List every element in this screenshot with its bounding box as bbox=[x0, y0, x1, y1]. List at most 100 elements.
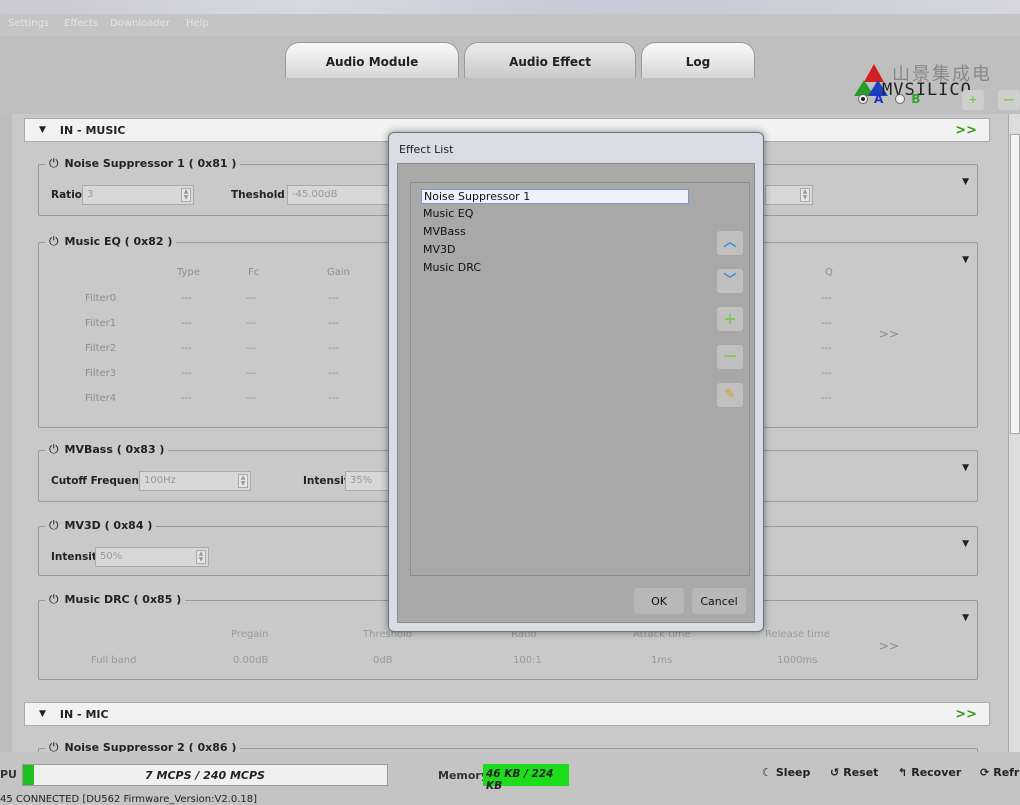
intensity-input[interactable]: 50% ▲ ▼ bbox=[95, 547, 209, 567]
menu-downloader[interactable]: Downloader bbox=[110, 18, 170, 29]
cell: --- bbox=[328, 343, 339, 354]
filter-label: Filter3 bbox=[85, 368, 117, 379]
remove-preset-button[interactable]: — bbox=[998, 90, 1020, 110]
eq-header-type: Type bbox=[177, 267, 200, 278]
group-title-text: MV3D ( 0x84 ) bbox=[64, 519, 153, 532]
dropdown-arrow-icon[interactable]: ▼ bbox=[962, 613, 969, 623]
cancel-button[interactable]: Cancel bbox=[692, 588, 746, 614]
sleep-button[interactable]: ☾ Sleep bbox=[762, 766, 810, 779]
cell: --- bbox=[246, 293, 257, 304]
effect-list-item[interactable]: Music EQ bbox=[423, 207, 473, 220]
radio-b[interactable] bbox=[895, 94, 906, 104]
dialog-body: Noise Suppressor 1 Music EQ MVBass MV3D … bbox=[397, 163, 755, 623]
move-down-icon[interactable]: ﹀ bbox=[717, 269, 743, 293]
threshold-input[interactable]: -45.00dB bbox=[287, 185, 397, 205]
effect-list-item[interactable]: MV3D bbox=[423, 243, 455, 256]
extra-spinner[interactable]: ▲ ▼ bbox=[800, 188, 810, 202]
group-title-text: Noise Suppressor 2 ( 0x86 ) bbox=[64, 741, 237, 752]
group-title: ⏻ MV3D ( 0x84 ) bbox=[45, 518, 157, 533]
add-effect-icon[interactable]: + bbox=[717, 307, 743, 331]
effect-listbox[interactable]: Noise Suppressor 1 Music EQ MVBass MV3D … bbox=[410, 182, 750, 576]
recover-button[interactable]: ↰ Recover bbox=[898, 766, 961, 779]
cell: --- bbox=[246, 368, 257, 379]
reset-label: Reset bbox=[843, 766, 879, 779]
cell: --- bbox=[821, 368, 832, 379]
power-icon[interactable]: ⏻ bbox=[49, 518, 59, 533]
cpu-label: PU bbox=[0, 768, 17, 781]
cell: --- bbox=[181, 368, 192, 379]
power-icon[interactable]: ⏻ bbox=[49, 442, 59, 457]
menu-effects[interactable]: Effects bbox=[64, 18, 98, 29]
filter-label: Filter1 bbox=[85, 318, 117, 329]
intensity-value: 35% bbox=[350, 475, 373, 486]
menu-bar: Settings Effects Downloader Help bbox=[0, 14, 1020, 36]
dropdown-arrow-icon[interactable]: ▼ bbox=[962, 463, 969, 473]
cell: --- bbox=[821, 293, 832, 304]
power-icon[interactable]: ⏻ bbox=[49, 156, 59, 171]
eq-expand-icon[interactable]: >> bbox=[879, 327, 899, 341]
ok-button[interactable]: OK bbox=[634, 588, 684, 614]
dropdown-arrow-icon[interactable]: ▼ bbox=[962, 177, 969, 187]
drc-header-release: Release time bbox=[765, 629, 830, 640]
memory-label: Memory bbox=[438, 769, 489, 782]
radio-a-label: A bbox=[874, 92, 884, 106]
group-title-text: Music DRC ( 0x85 ) bbox=[64, 593, 182, 606]
tab-audio-effect[interactable]: Audio Effect bbox=[464, 42, 636, 78]
menu-settings[interactable]: Settings bbox=[8, 18, 49, 29]
ab-selector: A B bbox=[858, 92, 920, 106]
cell: --- bbox=[821, 393, 832, 404]
refresh-button[interactable]: ⟳ Refre bbox=[980, 766, 1020, 779]
edit-pencil-icon[interactable]: ✎ bbox=[717, 383, 743, 407]
effect-list-item[interactable]: Noise Suppressor 1 bbox=[421, 189, 689, 204]
group-title: ⏻ Noise Suppressor 1 ( 0x81 ) bbox=[45, 156, 241, 171]
cutoff-input[interactable]: 100Hz ▲ ▼ bbox=[139, 471, 251, 491]
radio-b-label: B bbox=[911, 92, 921, 106]
title-strip bbox=[0, 0, 1020, 14]
reset-button[interactable]: ↺ Reset bbox=[830, 766, 878, 779]
extra-field[interactable]: ▲ ▼ bbox=[765, 185, 813, 205]
move-up-icon[interactable]: ︿ bbox=[717, 231, 743, 255]
menu-help[interactable]: Help bbox=[186, 18, 209, 29]
scrollbar-thumb[interactable] bbox=[1010, 134, 1020, 434]
group-title: ⏻ Music EQ ( 0x82 ) bbox=[45, 234, 177, 249]
cell: --- bbox=[328, 318, 339, 329]
ratio-input[interactable]: 3 ▲ ▼ bbox=[82, 185, 194, 205]
group-title-text: Noise Suppressor 1 ( 0x81 ) bbox=[64, 157, 237, 170]
intensity-spinner[interactable]: ▲ ▼ bbox=[196, 550, 206, 564]
memory-usage: 46 KB / 224 KB bbox=[483, 764, 569, 792]
cell: --- bbox=[181, 318, 192, 329]
effect-list-item[interactable]: MVBass bbox=[423, 225, 466, 238]
filter-label: Filter0 bbox=[85, 293, 117, 304]
eq-header-gain: Gain bbox=[327, 267, 350, 278]
vertical-scrollbar[interactable] bbox=[1008, 114, 1020, 752]
collapse-arrow-icon: ▼ bbox=[39, 709, 46, 719]
drc-expand-icon[interactable]: >> bbox=[879, 639, 899, 653]
section-in-mic[interactable]: ▼ IN - MIC >> bbox=[24, 702, 990, 726]
effect-list-item[interactable]: Music DRC bbox=[423, 261, 481, 274]
moon-icon: ☾ bbox=[762, 766, 772, 779]
drc-release-value: 1000ms bbox=[777, 655, 818, 666]
ratio-spinner[interactable]: ▲ ▼ bbox=[181, 188, 191, 202]
back-arrow-icon: ↰ bbox=[898, 766, 908, 779]
power-icon[interactable]: ⏻ bbox=[49, 592, 59, 607]
group-title: ⏻ MVBass ( 0x83 ) bbox=[45, 442, 169, 457]
expand-right-icon[interactable]: >> bbox=[955, 123, 977, 138]
group-title-text: Music EQ ( 0x82 ) bbox=[64, 235, 173, 248]
cell: --- bbox=[821, 318, 832, 329]
group-title: ⏻ Noise Suppressor 2 ( 0x86 ) bbox=[45, 740, 241, 752]
remove-effect-icon[interactable]: — bbox=[717, 345, 743, 369]
expand-right-icon[interactable]: >> bbox=[955, 707, 977, 722]
tab-log[interactable]: Log bbox=[641, 42, 755, 78]
cutoff-spinner[interactable]: ▲ ▼ bbox=[238, 474, 248, 488]
radio-a[interactable] bbox=[858, 94, 868, 104]
dropdown-arrow-icon[interactable]: ▼ bbox=[962, 539, 969, 549]
add-preset-button[interactable]: + bbox=[962, 90, 984, 110]
cell: --- bbox=[246, 343, 257, 354]
tab-audio-module[interactable]: Audio Module bbox=[285, 42, 459, 78]
effect-list-dialog: Effect List Noise Suppressor 1 Music EQ … bbox=[388, 132, 764, 632]
filter-label: Filter2 bbox=[85, 343, 117, 354]
power-icon[interactable]: ⏻ bbox=[49, 234, 59, 249]
dropdown-arrow-icon[interactable]: ▼ bbox=[962, 255, 969, 265]
power-icon[interactable]: ⏻ bbox=[49, 740, 59, 752]
cell: --- bbox=[328, 368, 339, 379]
